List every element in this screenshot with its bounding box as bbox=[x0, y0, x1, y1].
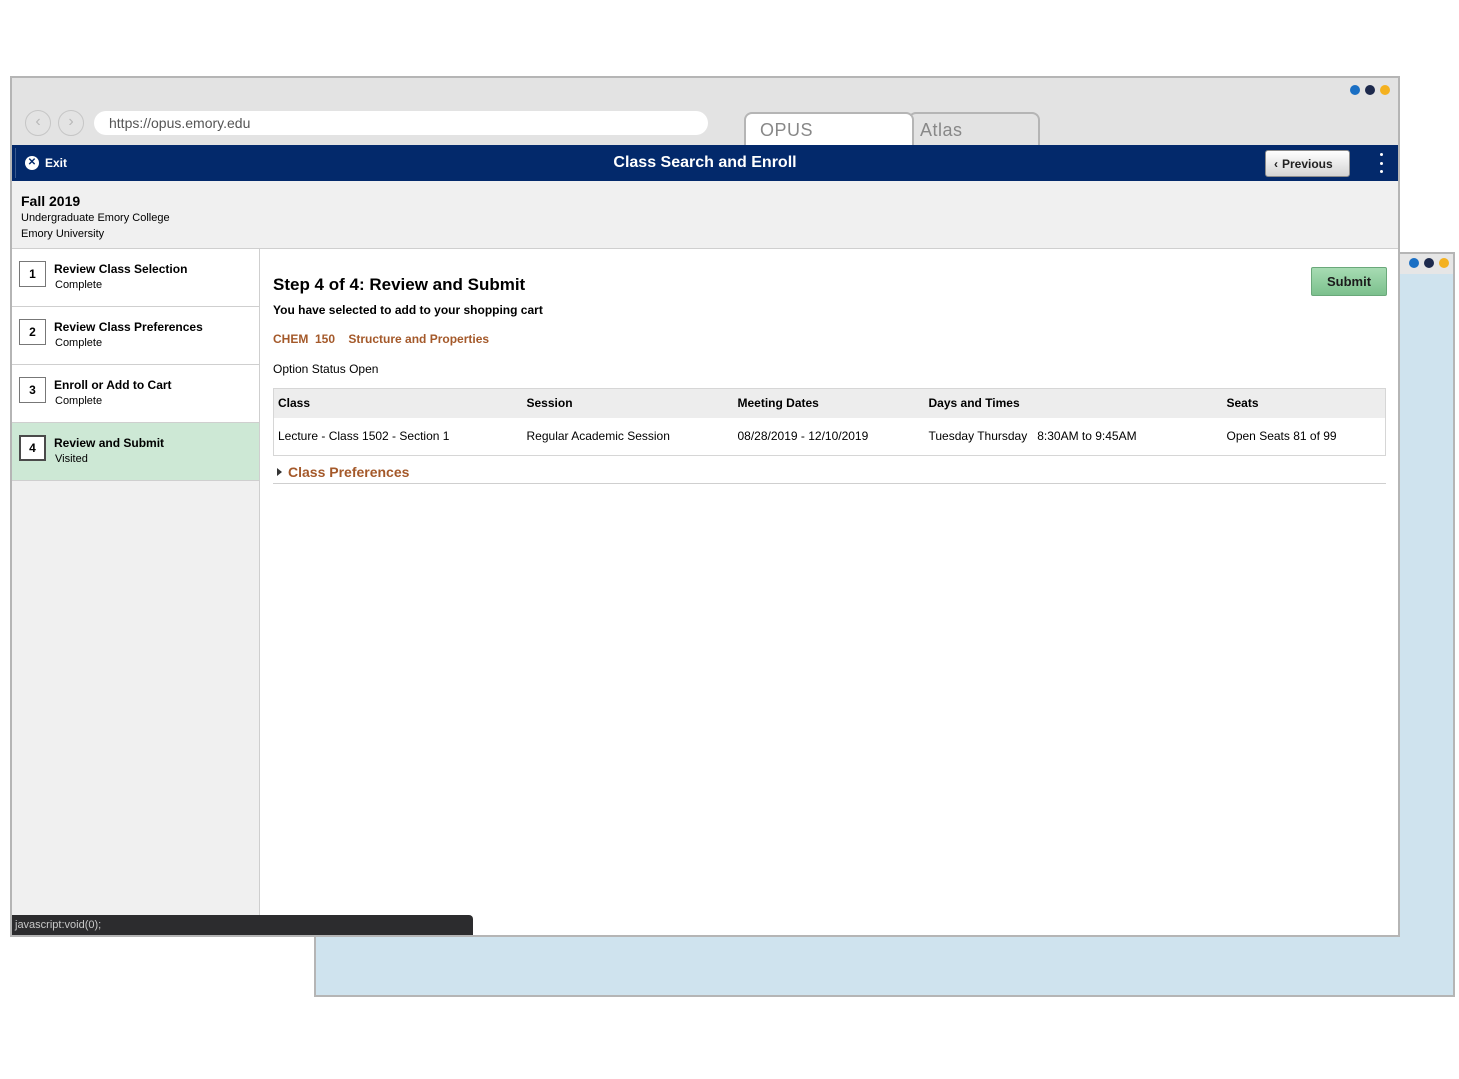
table-row: Lecture - Class 1502 - Section 1 Regular… bbox=[274, 418, 1386, 456]
class-preferences-toggle[interactable]: Class Preferences bbox=[273, 464, 1386, 484]
column-header: Days and Times bbox=[924, 388, 1223, 418]
step-label: Review Class Preferences bbox=[54, 320, 203, 334]
dot-navy-icon bbox=[1424, 258, 1434, 268]
step-status: Complete bbox=[55, 279, 103, 291]
term-institution: Emory University bbox=[21, 228, 105, 240]
submit-button[interactable]: Submit bbox=[1311, 267, 1387, 296]
course-title: CHEM 150 Structure and Properties bbox=[273, 332, 499, 346]
term-info: Fall 2019 Undergraduate Emory College Em… bbox=[12, 181, 1398, 249]
sidebar-item-step-1[interactable]: 1 Review Class Selection Complete bbox=[12, 249, 259, 307]
step-number-badge: 4 bbox=[19, 435, 46, 461]
option-status: Option Status Open bbox=[273, 362, 378, 376]
background-window-dots bbox=[1409, 258, 1449, 268]
table-cell: Open Seats 81 of 99 bbox=[1226, 429, 1337, 444]
browser-window: ‹ › https://opus.emory.edu Atlas OPUS Cl… bbox=[10, 76, 1400, 937]
step-label: Review and Submit bbox=[54, 436, 165, 450]
window-dots bbox=[1350, 85, 1390, 95]
column-header: Session bbox=[522, 388, 734, 418]
tab-opus[interactable]: OPUS bbox=[744, 112, 914, 145]
step-sidebar: 1 Review Class Selection Complete 2 Revi… bbox=[12, 249, 260, 935]
intro-text: You have selected to add to your shoppin… bbox=[273, 303, 543, 317]
step-label: Review Class Selection bbox=[54, 262, 188, 276]
step-label: Enroll or Add to Cart bbox=[54, 378, 172, 392]
chevron-left-icon: ‹ bbox=[35, 113, 41, 130]
app-header: Class Search and Enroll ✕ Exit ‹ Previou… bbox=[12, 145, 1398, 181]
course-name: Structure and Properties bbox=[348, 332, 490, 346]
page-title: Class Search and Enroll bbox=[613, 154, 797, 171]
back-button[interactable]: ‹ bbox=[25, 110, 51, 136]
step-number-badge: 1 bbox=[19, 261, 46, 287]
dot-gold-icon bbox=[1439, 258, 1449, 268]
dot-navy-icon bbox=[1365, 85, 1375, 95]
sidebar-item-step-4[interactable]: 4 Review and Submit Visited bbox=[12, 423, 259, 481]
column-header: Meeting Dates bbox=[733, 388, 925, 418]
sidebar-item-step-3[interactable]: 3 Enroll or Add to Cart Complete bbox=[12, 365, 259, 423]
chevron-left-icon: ‹ bbox=[1274, 156, 1278, 171]
step-status: Complete bbox=[55, 337, 103, 349]
url-bar[interactable]: https://opus.emory.edu bbox=[94, 111, 708, 135]
dot-blue-icon bbox=[1409, 258, 1419, 268]
main-content: Step 4 of 4: Review and Submit Submit Yo… bbox=[261, 249, 1398, 935]
term-career: Undergraduate Emory College bbox=[21, 212, 170, 224]
column-header: Class bbox=[273, 388, 523, 418]
previous-button[interactable]: ‹ Previous bbox=[1265, 150, 1350, 177]
sidebar-item-step-2[interactable]: 2 Review Class Preferences Complete bbox=[12, 307, 259, 365]
column-header: Seats bbox=[1222, 388, 1386, 418]
dot-gold-icon bbox=[1380, 85, 1390, 95]
table-cell: Regular Academic Session bbox=[526, 429, 670, 444]
status-bar: javascript:void(0); bbox=[12, 915, 473, 935]
exit-label: Exit bbox=[45, 156, 68, 170]
step-heading: Step 4 of 4: Review and Submit bbox=[273, 275, 526, 294]
caret-right-icon bbox=[277, 468, 282, 476]
dot-blue-icon bbox=[1350, 85, 1360, 95]
forward-button[interactable]: › bbox=[58, 110, 84, 136]
chevron-right-icon: › bbox=[68, 113, 74, 130]
browser-chrome: ‹ › https://opus.emory.edu Atlas OPUS bbox=[12, 78, 1398, 145]
option-status-value: Open bbox=[349, 362, 379, 376]
class-preferences-label: Class Preferences bbox=[288, 464, 410, 480]
course-code: CHEM 150 bbox=[273, 332, 336, 346]
exit-button[interactable]: ✕ Exit bbox=[15, 148, 75, 178]
option-status-label: Option Status bbox=[273, 362, 346, 376]
table-cell: 08/28/2019 - 12/10/2019 bbox=[737, 429, 869, 444]
step-status: Visited bbox=[55, 453, 88, 465]
class-table: Class Session Meeting Dates Days and Tim… bbox=[273, 388, 1386, 456]
step-number-badge: 3 bbox=[19, 377, 46, 403]
tab-atlas[interactable]: Atlas bbox=[908, 112, 1040, 145]
step-number-badge: 2 bbox=[19, 319, 46, 345]
previous-label: Previous bbox=[1282, 156, 1333, 171]
step-status: Complete bbox=[55, 395, 103, 407]
table-header-row: Class Session Meeting Dates Days and Tim… bbox=[273, 388, 1386, 418]
more-options-icon[interactable] bbox=[1376, 153, 1386, 173]
table-cell: Tuesday Thursday 8:30AM to 9:45AM bbox=[928, 429, 1137, 444]
table-cell: Lecture - Class 1502 - Section 1 bbox=[278, 429, 450, 444]
close-icon: ✕ bbox=[25, 156, 39, 170]
term-title: Fall 2019 bbox=[21, 193, 81, 209]
